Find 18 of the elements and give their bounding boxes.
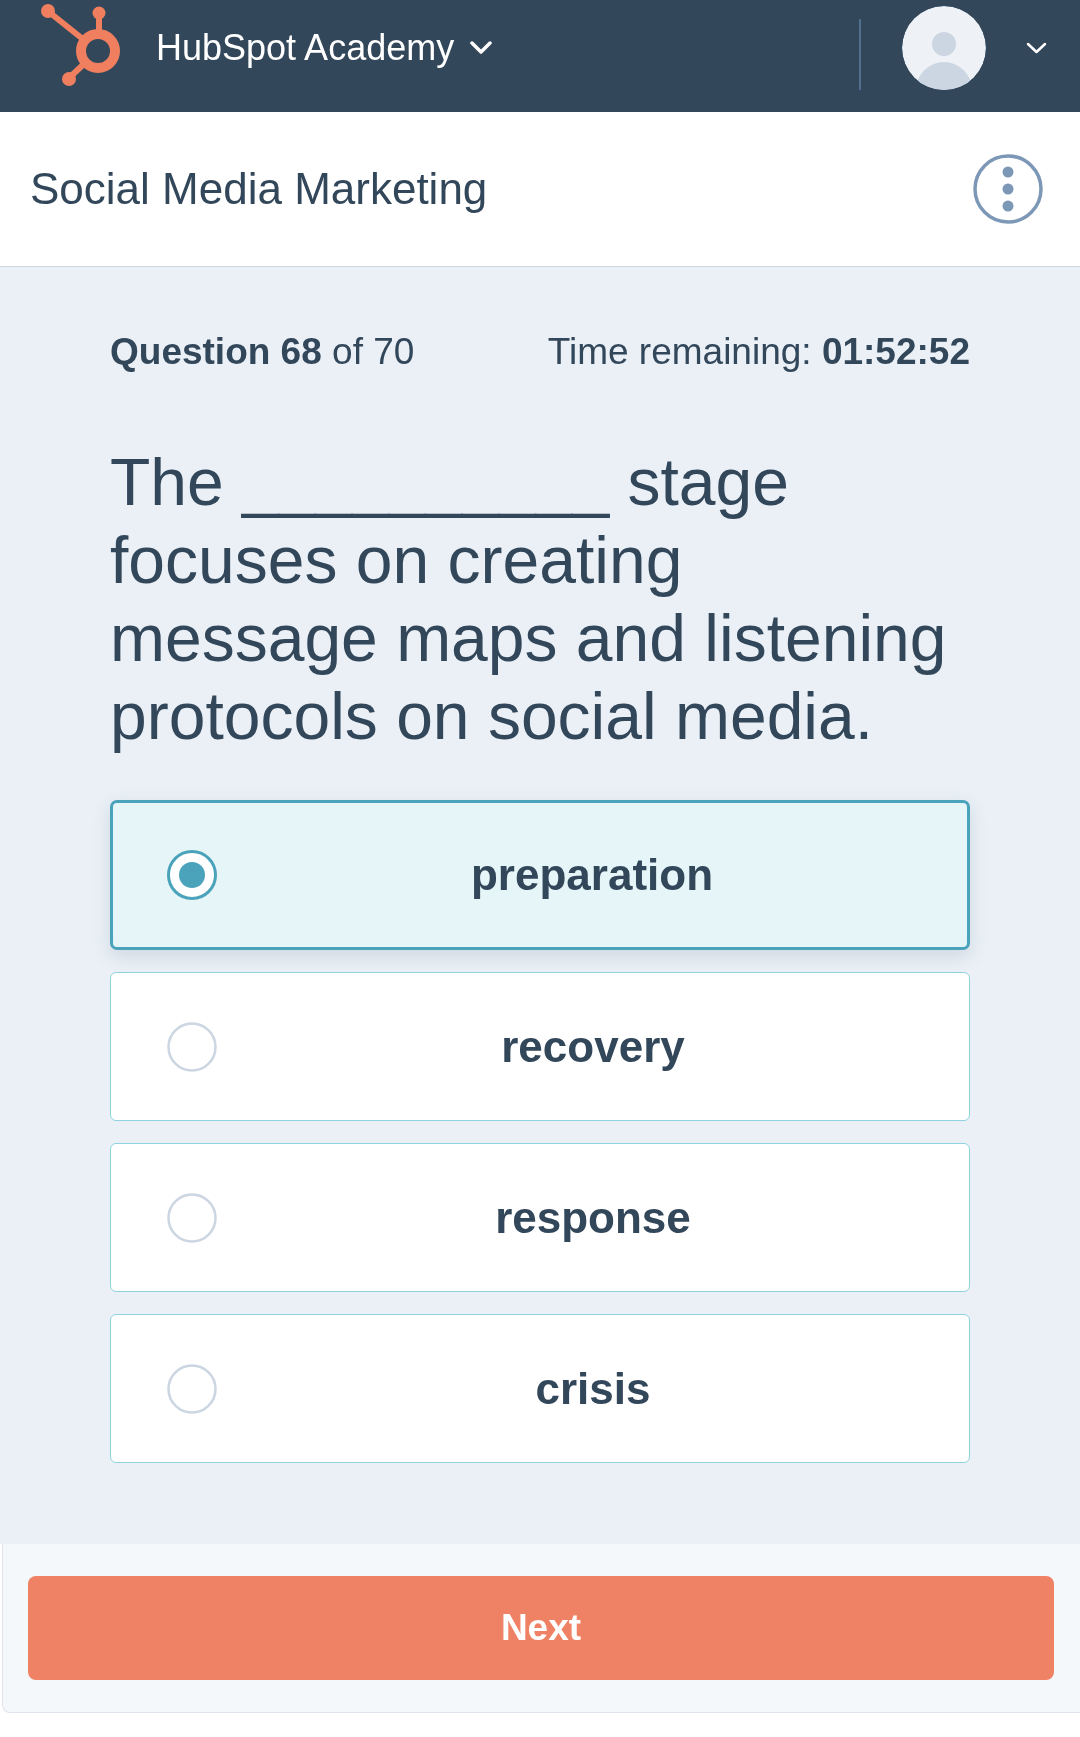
caret-icon xyxy=(1026,42,1047,54)
radio-icon[interactable] xyxy=(167,1021,217,1072)
radio-icon[interactable] xyxy=(167,1363,217,1414)
question-counter: Question 68 of 70 xyxy=(110,330,415,374)
answer-option[interactable]: recovery xyxy=(110,972,970,1121)
avatar-icon xyxy=(902,6,986,90)
more-options-icon[interactable] xyxy=(973,154,1043,224)
course-title: Social Media Marketing xyxy=(30,163,488,215)
answer-option[interactable]: crisis xyxy=(110,1314,970,1463)
answer-option[interactable]: response xyxy=(110,1143,970,1292)
time-remaining: Time remaining: 01:52:52 xyxy=(547,330,970,374)
radio-icon[interactable] xyxy=(167,1192,217,1243)
app-menu-button[interactable]: HubSpot Academy xyxy=(156,24,493,72)
question-text: The __________ stage focuses on creating message maps and listening protocols on social media. xyxy=(110,444,948,755)
caret-icon xyxy=(470,41,493,55)
answer-option[interactable]: preparation xyxy=(110,800,970,950)
sprocket-logo-icon[interactable] xyxy=(38,4,120,86)
radio-icon[interactable] xyxy=(167,850,217,900)
